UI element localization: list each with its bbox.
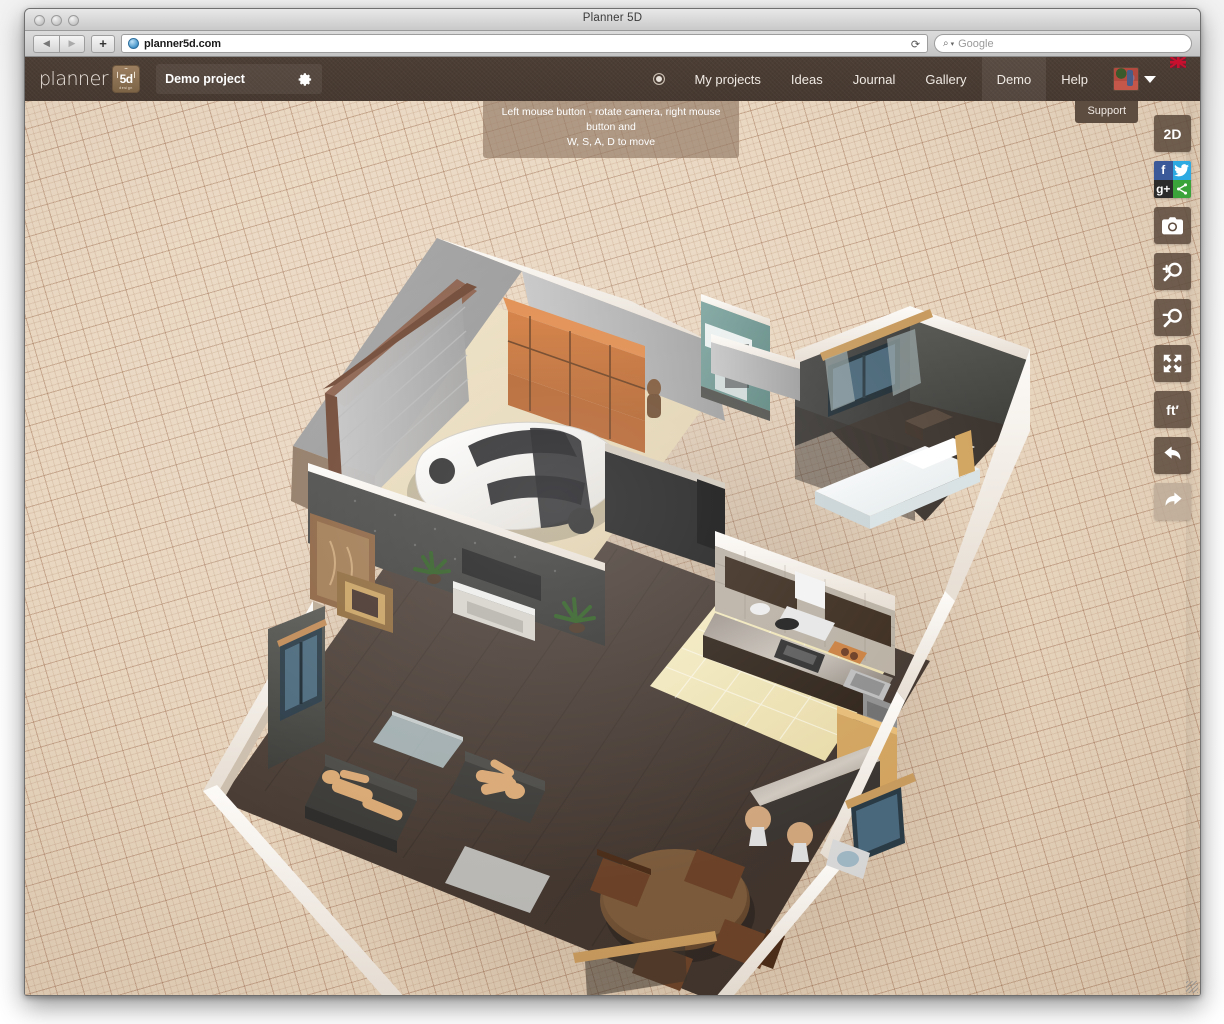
share-link-icon[interactable]: [1173, 180, 1192, 199]
view-2d-button[interactable]: 2D: [1154, 115, 1191, 152]
user-menu[interactable]: [1103, 57, 1162, 101]
support-tab[interactable]: Support: [1075, 101, 1138, 123]
search-input[interactable]: ⌕ ▾ Google: [934, 34, 1192, 53]
address-bar[interactable]: planner5d.com ⟳: [121, 34, 928, 53]
language-flag-icon[interactable]: [1170, 57, 1186, 68]
chevron-down-icon: ▾: [951, 40, 955, 48]
window-title-bar: Planner 5D: [25, 9, 1200, 31]
chevron-down-icon[interactable]: [1144, 76, 1156, 83]
zoom-in-button[interactable]: [1154, 253, 1191, 290]
camera-hint-tooltip: Left mouse button - rotate camera, right…: [483, 101, 739, 158]
main-nav: My projects Ideas Journal Gallery Demo H…: [639, 57, 1200, 101]
reload-icon[interactable]: ⟳: [908, 37, 923, 51]
units-button[interactable]: ft′: [1154, 391, 1191, 428]
fullscreen-button[interactable]: [1154, 345, 1191, 382]
planner5d-logo[interactable]: planner 5d design: [39, 65, 140, 93]
nav-gallery[interactable]: Gallery: [910, 57, 981, 101]
logo-wordmark: planner: [39, 68, 108, 90]
pan: [775, 618, 799, 630]
nav-help[interactable]: Help: [1046, 57, 1103, 101]
app-header: planner 5d design Demo project: [25, 57, 1200, 101]
address-bar-url: planner5d.com: [144, 38, 221, 50]
social-share-group[interactable]: f g+: [1154, 161, 1191, 198]
logo-badge-sub: design: [119, 86, 133, 90]
facebook-share-icon[interactable]: f: [1154, 161, 1173, 180]
browser-toolbar: ◀ ▶ + planner5d.com ⟳ ⌕ ▾ Google: [25, 31, 1200, 57]
expand-arrows-icon: [1162, 353, 1183, 374]
exterior-wall-right2: [897, 591, 955, 701]
magnifier-plus-icon: [1162, 261, 1184, 283]
undo-button[interactable]: [1154, 437, 1191, 474]
redo-button[interactable]: [1154, 483, 1191, 520]
nav-journal[interactable]: Journal: [838, 57, 911, 101]
camera-hint-line-1: Left mouse button - rotate camera, right…: [491, 105, 731, 135]
project-name-label: Demo project: [165, 72, 245, 86]
new-tab-button[interactable]: +: [91, 35, 115, 53]
googleplus-share-icon[interactable]: g+: [1154, 180, 1173, 199]
right-toolbar: 2D f g+: [1154, 115, 1191, 520]
magnifier-minus-icon: [1162, 307, 1184, 329]
twitter-share-icon[interactable]: [1173, 161, 1192, 180]
nav-new-icon[interactable]: [639, 57, 679, 101]
nav-buttons: ◀ ▶: [33, 35, 85, 53]
mannequin-garage: [647, 379, 661, 418]
camera-hint-line-2: W, S, A, D to move: [491, 135, 731, 150]
app-area: planner 5d design Demo project: [25, 57, 1200, 995]
window-resize-grip[interactable]: [1186, 981, 1198, 993]
browser-window: Planner 5D ◀ ▶ + planner5d.com ⟳ ⌕ ▾ Goo…: [24, 8, 1201, 996]
project-name-field[interactable]: Demo project: [156, 64, 322, 94]
nav-ideas[interactable]: Ideas: [776, 57, 838, 101]
undo-arrow-icon: [1162, 445, 1184, 467]
back-button[interactable]: ◀: [33, 35, 59, 53]
floorplan-3d-scene[interactable]: [25, 101, 1200, 995]
screenshot-button[interactable]: [1154, 207, 1191, 244]
nav-demo[interactable]: Demo: [982, 57, 1047, 101]
search-placeholder: Google: [958, 38, 993, 50]
forward-button[interactable]: ▶: [59, 35, 85, 53]
gear-icon[interactable]: [298, 72, 313, 87]
circle-icon: [653, 73, 665, 85]
avatar[interactable]: [1113, 67, 1139, 91]
logo-house-badge: 5d design: [112, 65, 140, 93]
search-icon: ⌕: [943, 38, 949, 49]
design-viewport-3d[interactable]: Left mouse button - rotate camera, right…: [25, 101, 1200, 995]
globe-icon: [128, 38, 139, 49]
bowl: [750, 603, 770, 615]
zoom-out-button[interactable]: [1154, 299, 1191, 336]
house-icon: [117, 68, 135, 78]
camera-icon: [1162, 217, 1183, 235]
house-model[interactable]: [25, 101, 1200, 995]
window-title: Planner 5D: [25, 12, 1200, 24]
redo-arrow-icon: [1162, 491, 1184, 513]
nav-my-projects[interactable]: My projects: [679, 57, 775, 101]
